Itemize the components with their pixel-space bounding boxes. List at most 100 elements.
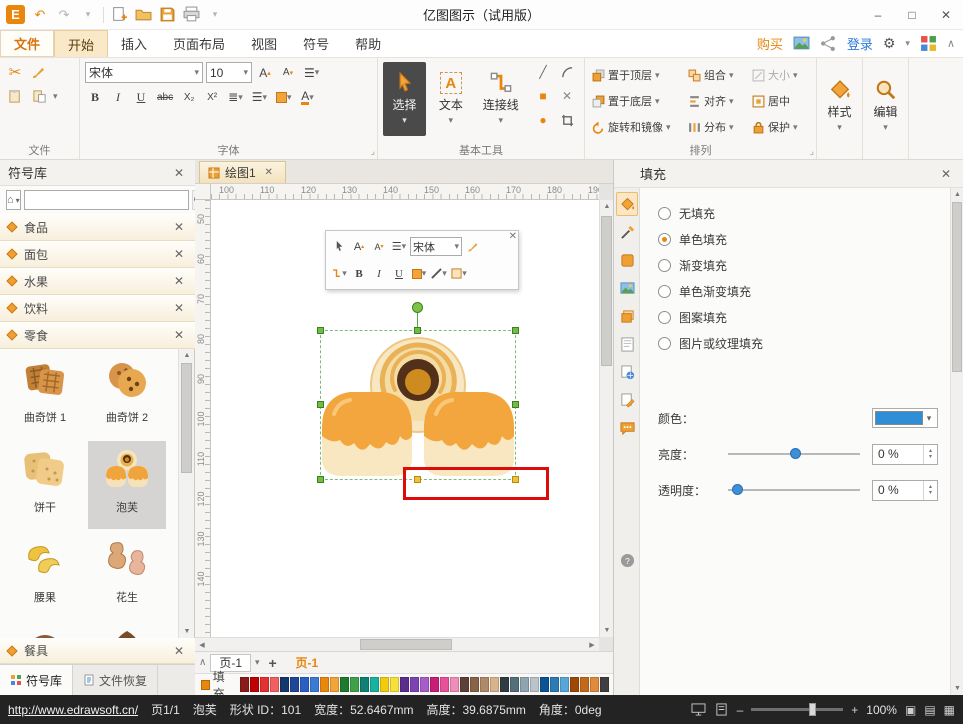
category-close-icon[interactable]: ✕ [171, 300, 187, 316]
library-search-input[interactable] [24, 190, 189, 210]
brightness-spinbox[interactable]: 0 % ▴▾ [872, 444, 938, 465]
draw-ellipse-button[interactable]: ● [531, 110, 555, 130]
save-button[interactable] [158, 6, 176, 24]
line-spacing-button[interactable]: ≣▾ [225, 87, 246, 107]
font-size-select[interactable]: 10▾ [206, 62, 252, 83]
send-to-back-button[interactable]: 置于底层▾ [590, 91, 686, 111]
palette-swatch[interactable] [560, 677, 569, 692]
scroll-up-icon[interactable]: ▲ [600, 200, 614, 213]
tab-file[interactable]: 文件 [0, 30, 54, 57]
fill-panel-scrollbar[interactable]: ▲ ▼ [950, 188, 963, 695]
settings-caret-icon[interactable]: ▾ [905, 38, 910, 49]
palette-swatch[interactable] [530, 677, 539, 692]
edit-button[interactable]: 编辑 ▾ [868, 62, 903, 150]
zoom-level[interactable]: 100% [866, 703, 897, 717]
symbol-cream-puff[interactable]: 泡芙 [88, 441, 166, 529]
scroll-down-icon[interactable]: ▼ [600, 624, 614, 637]
tab-symbol-library[interactable]: 符号库 [0, 665, 73, 695]
palette-swatch[interactable] [390, 677, 399, 692]
library-scrollbar-thumb[interactable] [181, 363, 192, 473]
palette-swatch[interactable] [580, 677, 589, 692]
rotate-mirror-button[interactable]: 旋转和镜像▾ [590, 117, 686, 137]
addins-puzzle-icon[interactable] [920, 35, 937, 52]
category-bread[interactable]: 面包 ✕ [0, 241, 195, 268]
mini-decrease-font-button[interactable]: A▾ [370, 237, 388, 257]
strikethrough-button[interactable]: abc [154, 87, 176, 107]
active-page-label[interactable]: 页-1 [296, 654, 319, 671]
palette-swatch[interactable] [350, 677, 359, 692]
maximize-button[interactable]: □ [895, 0, 929, 29]
selection-handle-sw[interactable] [317, 476, 324, 483]
palette-swatch[interactable] [590, 677, 599, 692]
symbol-cracker[interactable]: 饼干 [6, 441, 84, 529]
fill-option[interactable]: 单色填充 [640, 226, 950, 252]
mini-underline-button[interactable]: U [390, 264, 408, 284]
opacity-slider[interactable] [728, 480, 860, 500]
mini-font-select[interactable]: 宋体▾ [410, 237, 462, 256]
mini-bold-button[interactable]: B [350, 264, 368, 284]
brightness-slider-knob[interactable] [790, 448, 801, 459]
tab-home[interactable]: 开始 [54, 30, 108, 57]
minimize-button[interactable]: – [861, 0, 895, 29]
tab-insert[interactable]: 插入 [108, 30, 160, 57]
buy-button[interactable]: 购买 [757, 34, 783, 53]
qat-dropdown-icon[interactable]: ▾ [79, 6, 97, 24]
palette-swatch[interactable] [500, 677, 509, 692]
scroll-left-icon[interactable]: ◀ [195, 638, 209, 651]
tab-symbols[interactable]: 符号 [290, 30, 342, 57]
crop-button[interactable] [555, 110, 579, 130]
mini-select-icon[interactable] [330, 237, 348, 257]
category-drinks[interactable]: 饮料 ✕ [0, 295, 195, 322]
qat-customize-icon[interactable]: ▾ [206, 6, 224, 24]
palette-swatch[interactable] [380, 677, 389, 692]
fill-format-icon[interactable] [616, 192, 638, 216]
font-family-select[interactable]: 宋体▾ [85, 62, 203, 83]
spinner-arrows[interactable]: ▴▾ [923, 481, 937, 500]
category-close-icon[interactable]: ✕ [171, 219, 187, 235]
palette-swatch[interactable] [370, 677, 379, 692]
dialog-launcher-icon[interactable]: ⌟ [371, 146, 375, 157]
palette-swatch[interactable] [340, 677, 349, 692]
bring-to-front-button[interactable]: 置于顶层▾ [590, 65, 686, 85]
size-button[interactable]: 大小▾ [750, 65, 812, 85]
mini-quick-style-button[interactable]: ▾ [450, 264, 468, 284]
palette-swatch[interactable] [480, 677, 489, 692]
zoom-slider-knob[interactable] [809, 703, 816, 716]
palette-swatch[interactable] [300, 677, 309, 692]
page-preview-icon[interactable] [714, 703, 729, 716]
hyperlink-icon[interactable] [616, 360, 638, 384]
comment-icon[interactable] [616, 416, 638, 440]
palette-swatch[interactable] [570, 677, 579, 692]
paste-special-icon[interactable] [29, 86, 50, 106]
protect-button[interactable]: 保护▾ [750, 117, 812, 137]
center-button[interactable]: 居中 [750, 91, 812, 111]
palette-swatch[interactable] [320, 677, 329, 692]
category-fruit[interactable]: 水果 ✕ [0, 268, 195, 295]
image-format-icon[interactable] [616, 276, 638, 300]
radio-icon[interactable] [658, 207, 671, 220]
bullet-list-button[interactable]: ☰▾ [249, 87, 270, 107]
palette-swatch[interactable] [280, 677, 289, 692]
symbol-partial-2[interactable] [88, 621, 166, 638]
fill-option[interactable]: 图案填充 [640, 304, 950, 330]
highlight-color-button[interactable]: ▾ [273, 87, 295, 107]
open-button[interactable] [134, 6, 152, 24]
scroll-up-icon[interactable]: ▲ [951, 188, 963, 201]
shape-format-icon[interactable] [616, 248, 638, 272]
format-painter-icon[interactable] [28, 62, 49, 82]
library-home-button[interactable]: ⌂ ▾ [6, 190, 21, 210]
palette-swatch[interactable] [600, 677, 609, 692]
cut-icon[interactable]: ✂ [5, 62, 25, 82]
radio-icon[interactable] [658, 311, 671, 324]
symbol-partial-1[interactable] [6, 621, 84, 638]
canvas-horizontal-scrollbar[interactable]: ◀ ▶ [195, 637, 599, 651]
category-close-icon[interactable]: ✕ [171, 273, 187, 289]
palette-swatch[interactable] [440, 677, 449, 692]
subscript-button[interactable]: X₂ [179, 87, 199, 107]
increase-font-button[interactable]: A▴ [255, 63, 275, 83]
page-list-collapse-icon[interactable]: ∧ [199, 657, 206, 668]
palette-swatch[interactable] [240, 677, 249, 692]
mini-line-color-button[interactable]: ▾ [430, 264, 448, 284]
canvas-vertical-scrollbar[interactable]: ▲ ▼ [599, 200, 613, 637]
fill-option[interactable]: 无填充 [640, 200, 950, 226]
